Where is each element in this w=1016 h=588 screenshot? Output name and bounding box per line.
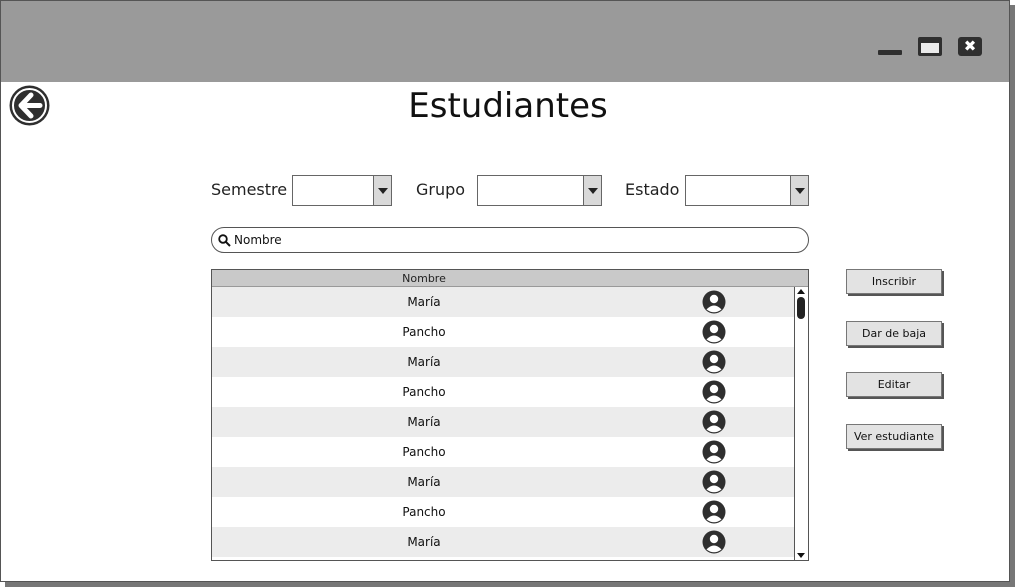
avatar-icon: [702, 290, 726, 314]
avatar-icon: [702, 530, 726, 554]
grupo-select[interactable]: [477, 175, 602, 206]
table-row[interactable]: Pancho: [212, 377, 794, 407]
chevron-down-icon[interactable]: [583, 176, 601, 205]
search-icon: [218, 234, 231, 247]
maximize-icon[interactable]: [918, 37, 942, 56]
table-row[interactable]: María: [212, 467, 794, 497]
editar-button[interactable]: Editar: [846, 372, 942, 397]
page-title: Estudiantes: [408, 86, 608, 126]
estado-select[interactable]: [685, 175, 809, 206]
title-bar: ✖: [1, 1, 1009, 82]
scroll-up-icon[interactable]: [797, 289, 805, 294]
inscribir-button[interactable]: Inscribir: [846, 269, 942, 294]
dar-de-baja-button[interactable]: Dar de baja: [846, 321, 942, 346]
student-name: María: [407, 535, 441, 549]
table-header: Nombre: [212, 270, 808, 287]
student-name: Pancho: [402, 445, 446, 459]
avatar-icon: [702, 410, 726, 434]
close-icon[interactable]: ✖: [958, 37, 982, 56]
student-name: María: [407, 355, 441, 369]
table-row[interactable]: María: [212, 407, 794, 437]
scrollbar-thumb[interactable]: [797, 297, 805, 319]
avatar-icon: [702, 440, 726, 464]
search-placeholder: Nombre: [234, 233, 282, 247]
scroll-down-icon[interactable]: [797, 553, 805, 558]
table-row[interactable]: María: [212, 287, 794, 317]
table-row[interactable]: Pancho: [212, 437, 794, 467]
chevron-down-icon[interactable]: [790, 176, 808, 205]
avatar-icon: [702, 500, 726, 524]
estado-label: Estado: [625, 180, 680, 199]
student-name: María: [407, 295, 441, 309]
student-name: Pancho: [402, 325, 446, 339]
table-scrollbar[interactable]: [794, 287, 808, 560]
avatar-icon: [702, 470, 726, 494]
avatar-icon: [702, 350, 726, 374]
student-name: Pancho: [402, 385, 446, 399]
student-name: Pancho: [402, 505, 446, 519]
ver-estudiante-button[interactable]: Ver estudiante: [846, 424, 942, 449]
table-row[interactable]: Pancho: [212, 497, 794, 527]
column-header-nombre: Nombre: [402, 272, 446, 285]
student-name: María: [407, 415, 441, 429]
minimize-icon[interactable]: [878, 37, 902, 56]
semestre-select[interactable]: [292, 175, 392, 206]
search-input[interactable]: Nombre: [211, 227, 809, 253]
semestre-label: Semestre: [211, 180, 288, 199]
table-row[interactable]: María: [212, 347, 794, 377]
chevron-down-icon[interactable]: [373, 176, 391, 205]
avatar-icon: [702, 320, 726, 344]
table-row[interactable]: María: [212, 527, 794, 557]
table-body: María Pancho María Pancho María Pancho M…: [212, 287, 794, 557]
students-table: Nombre María Pancho María Pancho María P…: [211, 269, 809, 561]
avatar-icon: [702, 380, 726, 404]
grupo-label: Grupo: [416, 180, 466, 199]
student-name: María: [407, 475, 441, 489]
table-row[interactable]: Pancho: [212, 317, 794, 347]
